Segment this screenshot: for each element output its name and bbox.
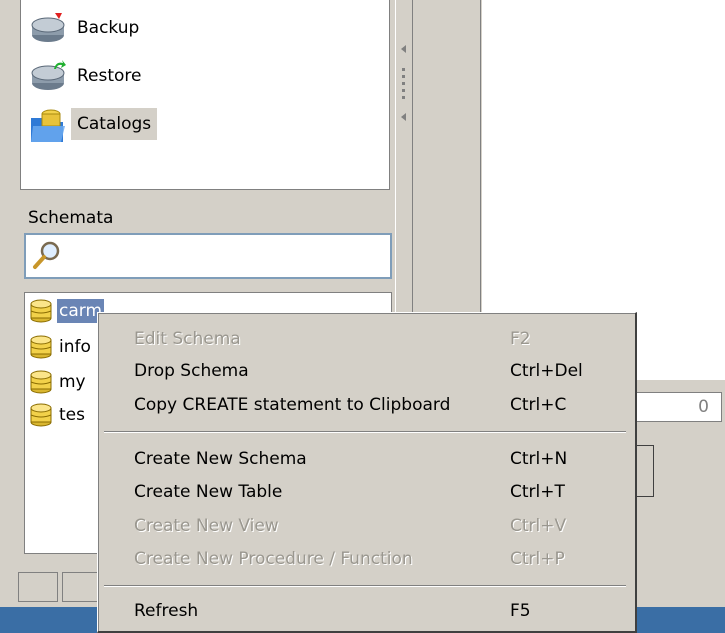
menu-item-shortcut: Ctrl+T — [510, 482, 565, 502]
menu-item-shortcut: Ctrl+V — [510, 516, 567, 536]
list-item-schema[interactable]: carm — [29, 297, 105, 325]
menu-item-create-new-view[interactable]: Create New View Ctrl+V — [98, 510, 635, 542]
schema-name: info — [59, 337, 91, 357]
menu-item-label: Create New Table — [134, 482, 283, 502]
splitter-arrow-icon — [401, 113, 406, 121]
menu-item-label: Copy CREATE statement to Clipboard — [134, 395, 451, 415]
database-icon — [30, 335, 52, 359]
splitter-grip — [402, 89, 405, 92]
menu-item-shortcut: Ctrl+Del — [510, 361, 583, 381]
menu-item-label: Create New View — [134, 516, 279, 536]
navigation-panel: Backup Restore Catalogs — [20, 0, 390, 190]
splitter-grip — [402, 82, 405, 85]
menu-item-create-new-procedure[interactable]: Create New Procedure / Function Ctrl+P — [98, 543, 635, 575]
menu-item-shortcut: Ctrl+P — [510, 549, 565, 569]
nav-item-label: Backup — [77, 18, 140, 38]
restore-drive-icon — [31, 60, 66, 90]
schema-name: tes — [59, 405, 85, 425]
nav-item-label: Catalogs — [71, 108, 158, 140]
menu-item-edit-schema[interactable]: Edit Schema F2 — [98, 323, 635, 355]
database-icon — [30, 403, 52, 427]
nav-item-catalogs[interactable]: Catalogs — [29, 104, 158, 144]
menu-separator — [104, 585, 626, 587]
nav-item-restore[interactable]: Restore — [29, 56, 148, 96]
splitter-grip — [402, 96, 405, 99]
menu-item-shortcut: F5 — [510, 601, 531, 621]
menu-item-copy-create-statement[interactable]: Copy CREATE statement to Clipboard Ctrl+… — [98, 389, 635, 421]
splitter-arrow-icon — [401, 45, 406, 53]
database-icon — [30, 370, 52, 394]
menu-item-label: Edit Schema — [134, 329, 241, 349]
menu-separator — [104, 431, 626, 433]
nav-item-backup[interactable]: Backup — [29, 8, 145, 48]
status-cell — [18, 572, 58, 602]
menu-item-create-new-schema[interactable]: Create New Schema Ctrl+N — [98, 443, 635, 475]
search-icon — [33, 241, 60, 269]
backup-drive-icon — [31, 13, 65, 42]
menu-item-create-new-table[interactable]: Create New Table Ctrl+T — [98, 476, 635, 508]
catalogs-folder-icon — [31, 109, 65, 142]
schemata-label: Schemata — [28, 208, 114, 228]
menu-item-label: Create New Schema — [134, 449, 307, 469]
menu-item-refresh[interactable]: Refresh F5 — [98, 595, 635, 627]
splitter-grip — [402, 75, 405, 78]
menu-item-label: Refresh — [134, 601, 199, 621]
nav-item-label: Restore — [77, 66, 142, 86]
list-item-schema[interactable]: my — [29, 368, 88, 396]
list-item-schema[interactable]: info — [29, 333, 93, 361]
splitter-grip — [402, 68, 405, 71]
context-menu: Edit Schema F2 Drop Schema Ctrl+Del Copy… — [97, 312, 637, 633]
menu-item-label: Create New Procedure / Function — [134, 549, 413, 569]
menu-item-shortcut: Ctrl+N — [510, 449, 568, 469]
menu-item-label: Drop Schema — [134, 361, 249, 381]
menu-item-drop-schema[interactable]: Drop Schema Ctrl+Del — [98, 355, 635, 387]
list-item-schema[interactable]: tes — [29, 401, 87, 429]
database-icon — [30, 299, 52, 323]
schema-search-input[interactable] — [24, 233, 392, 279]
menu-item-shortcut: Ctrl+C — [510, 395, 567, 415]
menu-item-shortcut: F2 — [510, 329, 531, 349]
schema-name: my — [59, 372, 86, 392]
